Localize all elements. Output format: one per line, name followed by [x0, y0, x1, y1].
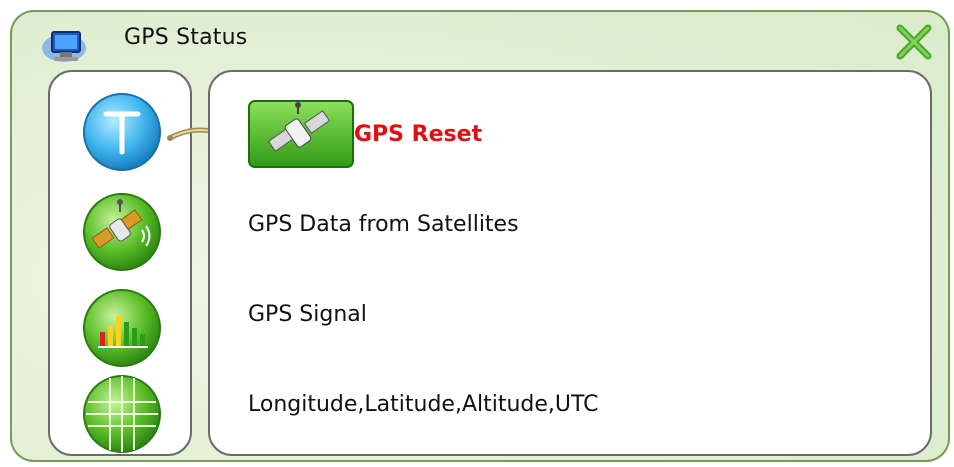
text-t-icon[interactable] — [80, 90, 164, 174]
menu-item-longitude-latitude-altitude-utc[interactable]: Longitude,Latitude,Altitude,UTC — [248, 392, 599, 417]
title-bar: GPS Status — [12, 12, 948, 72]
window-title: GPS Status — [124, 25, 248, 50]
signal-bars-icon[interactable] — [80, 286, 164, 370]
menu-item-gps-reset[interactable]: GPS Reset — [354, 122, 482, 147]
main-panel: GPS Reset GPS Data from Satellites GPS S… — [208, 70, 932, 456]
menu-item-gps-signal[interactable]: GPS Signal — [248, 302, 367, 327]
computer-icon — [38, 24, 94, 64]
satellite-reset-icon[interactable] — [248, 100, 354, 168]
close-icon[interactable] — [894, 22, 934, 62]
gps-status-window: GPS Status GPS Reset GPS Data from Satel… — [10, 10, 950, 462]
globe-grid-icon[interactable] — [80, 372, 164, 456]
menu-item-gps-data-from-satellites[interactable]: GPS Data from Satellites — [248, 212, 519, 237]
satellite-icon[interactable] — [80, 190, 164, 274]
